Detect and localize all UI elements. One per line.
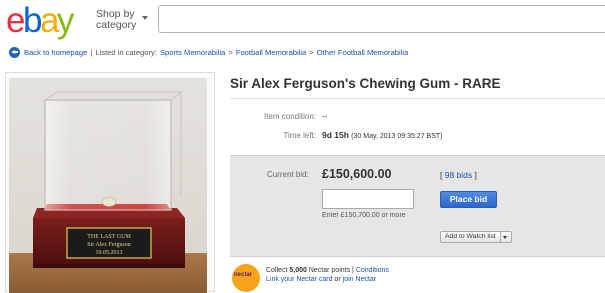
nectar-promo: Collect 5,000 Nectar points | Conditions…	[266, 266, 389, 284]
nectar-collect: Collect	[266, 267, 288, 274]
current-bid-value: £150,600.00	[322, 167, 392, 181]
logo-letter-a: a	[39, 1, 59, 40]
breadcrumb-other-football-memorabilia[interactable]: Other Football Memorabilia	[317, 48, 409, 57]
shop-by-category-menu[interactable]: Shop by category	[96, 9, 148, 31]
back-to-homepage-link[interactable]: Back to homepage	[24, 48, 87, 57]
listed-in-category-label: Listed in category:	[95, 47, 157, 57]
join-nectar-link[interactable]: join Nectar	[343, 276, 376, 283]
nectar-line-2: Link your Nectar card or join Nectar	[266, 275, 389, 284]
link-nectar-card-link[interactable]: Link your Nectar card	[266, 276, 333, 283]
nectar-divider: |	[352, 267, 354, 274]
breadcrumb-separator: >	[228, 47, 233, 57]
bid-count: [ 98 bids ]	[440, 170, 477, 180]
bids-close-bracket: ]	[474, 170, 477, 180]
current-bid-label: Current bid:	[267, 170, 309, 179]
nectar-points-text: Nectar points	[308, 267, 351, 274]
watch-list-dropdown[interactable]	[500, 231, 512, 243]
plaque-line-1: THE LAST GUM	[87, 234, 131, 240]
search-input[interactable]	[158, 5, 605, 33]
time-left-value-group: 9d 15h (30 May, 2013 09:35:27 BST)	[322, 130, 442, 140]
time-left-label: Time left:	[283, 131, 316, 140]
display-case-image: THE LAST GUM Sir Alex Ferguson 19.05.201…	[9, 91, 207, 293]
nectar-logo-text: nectar	[234, 272, 253, 278]
shop-by-line2: category	[96, 19, 137, 31]
item-photo[interactable]: THE LAST GUM Sir Alex Ferguson 19.05.201…	[9, 78, 207, 293]
nectar-logo: nectar	[232, 264, 260, 292]
minimum-bid-note: Enter £150,700.00 or more	[322, 212, 406, 219]
breadcrumb-separator: >	[309, 47, 314, 57]
breadcrumb: Back to homepage | Listed in category: S…	[9, 45, 408, 59]
breadcrumb-sports-memorabilia[interactable]: Sports Memorabilia	[160, 48, 225, 57]
nectar-or: or	[334, 276, 341, 283]
nectar-conditions-link[interactable]: Conditions	[356, 267, 389, 274]
item-condition-value: --	[322, 112, 328, 121]
bids-open-bracket: [	[440, 170, 443, 180]
nectar-points-amount: 5,000	[289, 267, 307, 274]
plaque-line-3: 19.05.2013	[96, 250, 123, 256]
bid-history-link[interactable]: 98 bids	[445, 170, 472, 180]
title-divider	[230, 98, 605, 99]
item-condition-label: Item condition:	[263, 112, 316, 121]
breadcrumb-divider: |	[90, 47, 93, 57]
logo-letter-y: y	[56, 1, 75, 40]
time-left-value: 9d 15h	[322, 130, 349, 140]
watch-list-control: Add to Watch list	[440, 231, 512, 243]
ebay-logo[interactable]: e b a y	[6, 1, 75, 40]
add-to-watch-list-button[interactable]: Add to Watch list	[440, 231, 501, 243]
logo-letter-e: e	[6, 1, 25, 40]
listing-title: Sir Alex Ferguson's Chewing Gum - RARE	[230, 76, 501, 91]
logo-letter-b: b	[22, 1, 42, 40]
breadcrumb-football-memorabilia[interactable]: Football Memorabilia	[236, 48, 306, 57]
back-arrow-icon[interactable]	[9, 46, 20, 58]
place-bid-button[interactable]: Place bid	[440, 191, 497, 208]
plaque-line-2: Sir Alex Ferguson	[87, 242, 131, 248]
chevron-down-icon	[142, 16, 148, 20]
time-left-detail: (30 May, 2013 09:35:27 BST)	[351, 133, 443, 140]
nectar-line-1: Collect 5,000 Nectar points | Conditions	[266, 266, 389, 275]
bid-amount-input[interactable]	[322, 189, 414, 209]
